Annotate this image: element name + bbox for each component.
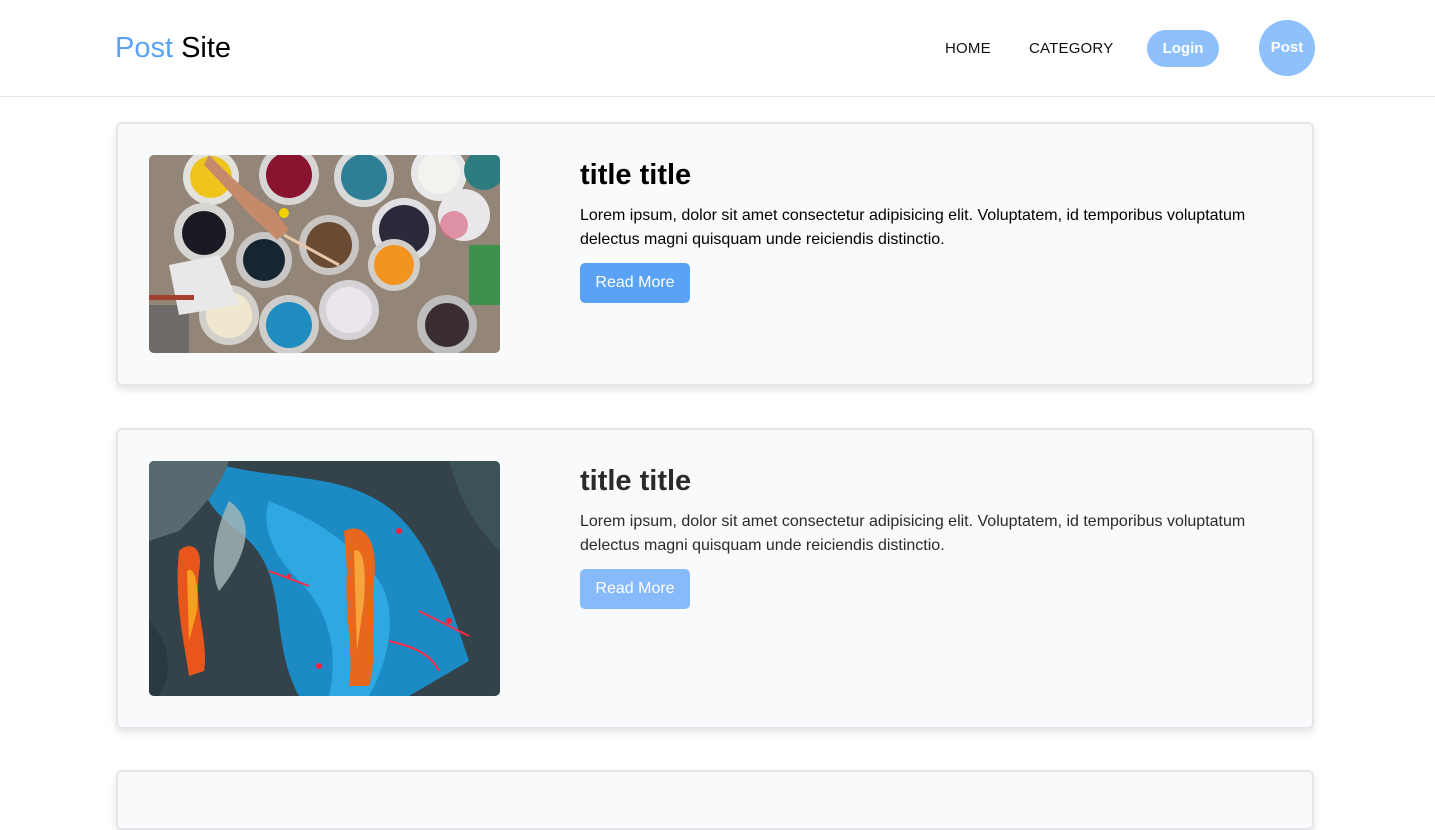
nav-category-link[interactable]: CATEGORY (1029, 40, 1113, 58)
read-more-button[interactable]: Read More (580, 569, 690, 609)
logo-accent-text: Post (115, 32, 174, 64)
abstract-painting-image (149, 461, 500, 696)
post-excerpt: Lorem ipsum, dolor sit amet consectetur … (580, 513, 1246, 554)
post-card: title title Lorem ipsum, dolor sit amet … (116, 122, 1314, 386)
paint-cans-image (149, 155, 500, 353)
post-thumbnail-paint-cans[interactable] (149, 155, 500, 353)
site-header: Post Site HOME CATEGORY Login Post (0, 0, 1435, 97)
post-thumbnail-abstract-painting[interactable] (149, 461, 500, 696)
post-title[interactable]: title title (580, 462, 691, 500)
post-card (116, 770, 1314, 830)
post-excerpt: Lorem ipsum, dolor sit amet consectetur … (580, 207, 1246, 248)
post-card: title title Lorem ipsum, dolor sit amet … (116, 428, 1314, 729)
login-button[interactable]: Login (1147, 30, 1219, 67)
read-more-button[interactable]: Read More (580, 263, 690, 303)
logo-rest-text: Site (173, 32, 232, 64)
nav-home-link[interactable]: HOME (945, 40, 991, 58)
post-button[interactable]: Post (1259, 20, 1315, 76)
site-logo[interactable]: Post Site (115, 30, 231, 66)
post-title[interactable]: title title (580, 156, 691, 194)
